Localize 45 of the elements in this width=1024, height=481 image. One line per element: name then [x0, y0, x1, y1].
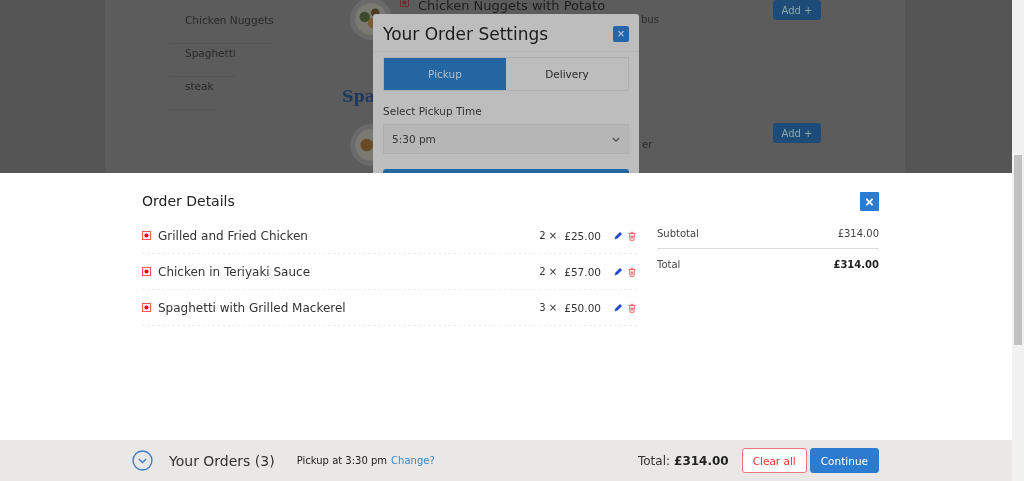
close-button[interactable]: ×	[860, 191, 879, 211]
continue-button[interactable]: Continue	[809, 448, 879, 473]
pencil-icon[interactable]	[613, 230, 623, 241]
change-link[interactable]: Change?	[391, 455, 435, 466]
orders-title: Your Orders (3)	[169, 452, 275, 469]
item-quantity: 3 ×	[539, 302, 558, 313]
food-marker-icon	[142, 267, 151, 276]
chevron-down-icon	[612, 136, 620, 142]
time-select[interactable]: 5:30 pm	[383, 124, 629, 154]
field-label: Select Pickup Time	[383, 105, 483, 117]
item-quantity: 2 ×	[539, 230, 558, 241]
item-name: Chicken in Teriyaki Sauce	[158, 264, 312, 279]
food-marker-icon	[142, 303, 151, 312]
section-title: Order Details	[142, 193, 235, 209]
chevron-down-icon[interactable]	[132, 450, 153, 471]
total-label: Total:	[637, 453, 671, 468]
summary-value: £314.00	[833, 258, 879, 270]
food-marker-icon	[142, 231, 151, 240]
dish-title: Chicken Nuggets with Potato	[418, 0, 606, 12]
summary-label: Total	[657, 258, 681, 270]
item-price: £25.00	[564, 229, 601, 242]
dialog-title: Your Order Settings	[383, 24, 549, 44]
item-price: £57.00	[564, 265, 601, 278]
summary-value: £314.00	[837, 227, 879, 239]
food-marker-icon	[400, 0, 409, 7]
close-button[interactable]: ×	[613, 26, 629, 42]
add-button[interactable]: Add +	[773, 0, 821, 20]
trash-icon[interactable]	[627, 230, 637, 241]
scrollbar-thumb[interactable]	[1014, 155, 1022, 345]
pencil-icon[interactable]	[613, 266, 623, 277]
tab[interactable]: Pickup	[384, 58, 506, 90]
trash-icon[interactable]	[627, 302, 637, 313]
total-value: £314.00	[674, 453, 729, 468]
summary-label: Subtotal	[657, 227, 699, 239]
item-quantity: 2 ×	[539, 266, 558, 277]
scrollbar[interactable]	[1012, 0, 1024, 481]
item-name: Spaghetti with Grilled Mackerel	[158, 300, 347, 315]
clear-button[interactable]: Clear all	[741, 448, 807, 473]
pencil-icon[interactable]	[613, 302, 623, 313]
trash-icon[interactable]	[627, 266, 637, 277]
pickup-time: Pickup at 3:30 pm	[296, 455, 388, 466]
section-heading: Spa	[342, 87, 376, 106]
item-name: Grilled and Fried Chicken	[158, 228, 309, 243]
add-button[interactable]: Add +	[773, 123, 821, 143]
item-price: £50.00	[564, 301, 601, 314]
